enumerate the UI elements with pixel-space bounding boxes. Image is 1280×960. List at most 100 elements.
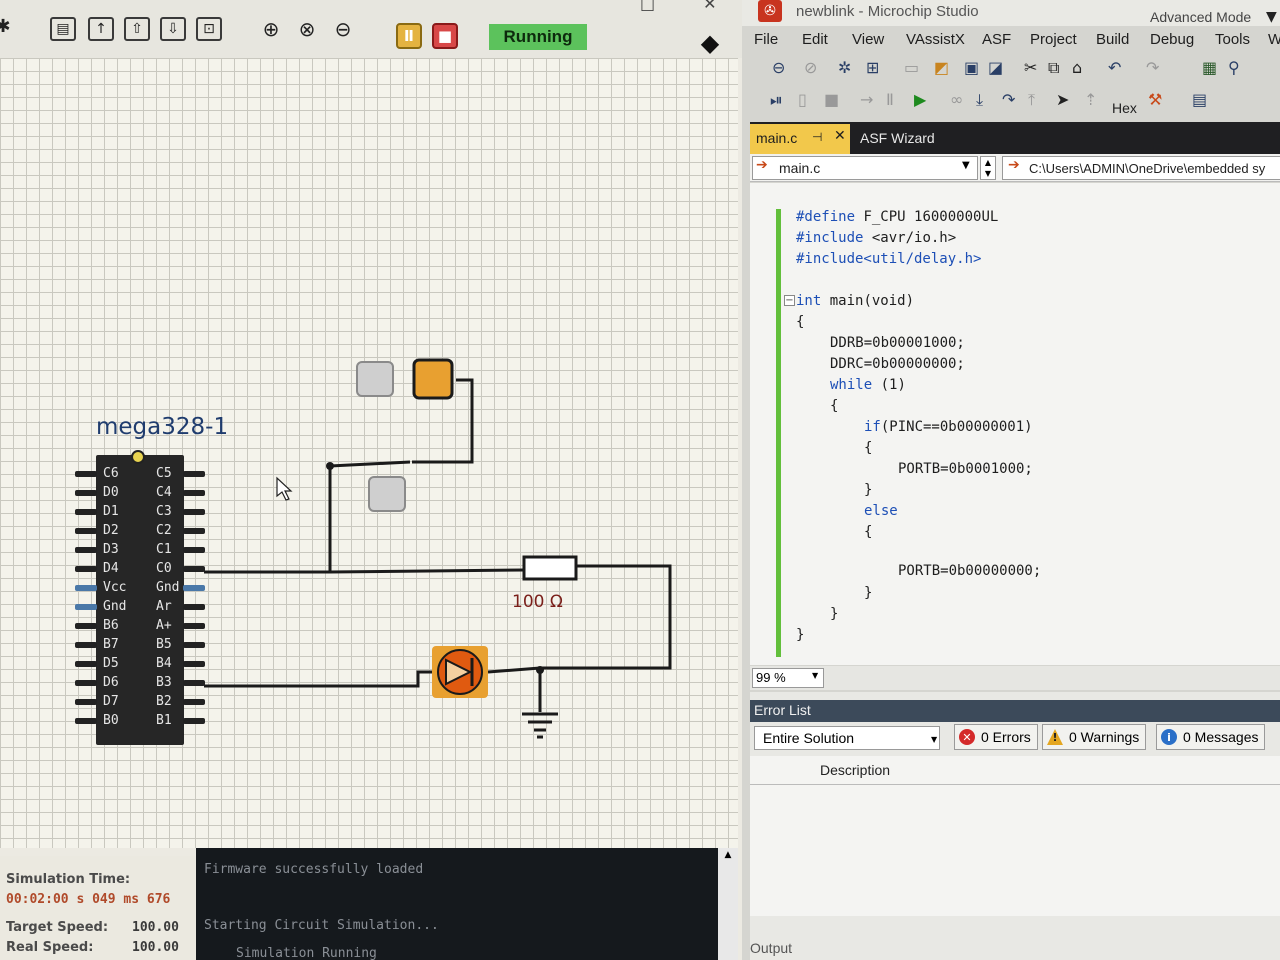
code-line[interactable]: int main(void) <box>796 293 914 309</box>
cut-icon[interactable]: ✂ <box>1024 58 1037 77</box>
new-project-icon[interactable]: ✲ <box>838 58 851 77</box>
open-file-icon[interactable]: ◩ <box>934 58 949 77</box>
chip-pin-b4[interactable] <box>183 661 205 667</box>
pin-icon[interactable]: ⊣ <box>812 130 822 144</box>
errors-filter-button[interactable]: ✕ 0 Errors <box>954 724 1038 750</box>
error-table[interactable]: Description <box>750 756 1280 916</box>
save-all-icon[interactable]: ◪ <box>988 58 1003 77</box>
atmega328-chip[interactable]: C6 D0 D1 D2 D3 D4 Vcc Gnd B6 B7 D5 D6 D7 B0 C5 C4 C3 C2 C… <box>96 450 184 745</box>
menu-window[interactable]: W <box>1268 31 1280 48</box>
chip-pin-b5[interactable] <box>183 642 205 648</box>
code-line[interactable]: else <box>864 503 898 519</box>
chip-pin-c1[interactable] <box>183 547 205 553</box>
menu-debug[interactable]: Debug <box>1150 31 1194 48</box>
path-dropdown[interactable]: C:\Users\ADMIN\OneDrive\embedded sy <box>1002 156 1280 180</box>
file-dropdown[interactable]: main.c <box>752 156 978 180</box>
chip-pin-d1[interactable] <box>75 509 97 515</box>
pointer-icon[interactable]: ➤ <box>1056 90 1069 109</box>
chip-pin-gnd[interactable] <box>183 585 205 591</box>
copy-icon[interactable]: ⧉ <box>1048 58 1059 78</box>
chip-pin-ar[interactable] <box>183 604 205 610</box>
forward-icon[interactable]: ⊘ <box>804 58 817 77</box>
code-line[interactable]: PORTB=0b0001000; <box>898 461 1033 477</box>
code-line[interactable]: { <box>864 440 872 456</box>
chip-pin-aplus[interactable] <box>183 623 205 629</box>
chip-pin-b7[interactable] <box>75 642 97 648</box>
device-programming-icon[interactable]: ▦ <box>1202 58 1217 77</box>
messages-filter-button[interactable]: i 0 Messages <box>1156 724 1266 750</box>
menu-project[interactable]: Project <box>1030 31 1077 48</box>
chip-pin-vcc[interactable] <box>75 585 97 591</box>
scroll-up-icon[interactable]: ▲ <box>718 848 738 860</box>
console-scrollbar[interactable]: ▲ <box>718 848 738 960</box>
code-line[interactable]: PORTB=0b00000000; <box>898 563 1041 579</box>
step-arrow-icon[interactable]: → <box>860 90 873 109</box>
chip-pin-c4[interactable] <box>183 490 205 496</box>
add-item-icon[interactable]: ⊞ <box>866 58 879 77</box>
code-line[interactable]: if(PINC==0b00000001) <box>864 419 1033 435</box>
code-line[interactable]: DDRC=0b00000000; <box>830 356 965 372</box>
menu-asf[interactable]: ASF <box>982 31 1011 48</box>
chip-pin-b2[interactable] <box>183 699 205 705</box>
hex-toggle-icon[interactable]: ⚒ <box>1148 90 1162 109</box>
undo-icon[interactable]: ↶ <box>1108 58 1121 77</box>
close-icon[interactable]: ✕ <box>834 128 846 144</box>
chip-pin-d7[interactable] <box>75 699 97 705</box>
chip-pin-d5[interactable] <box>75 661 97 667</box>
chevron-down-icon[interactable]: ▼ <box>962 160 970 171</box>
spinner-icon[interactable]: ▲ ▼ <box>980 156 996 180</box>
tab-asf-wizard[interactable]: ASF Wizard <box>860 130 935 146</box>
code-line[interactable]: } <box>864 585 872 601</box>
break-icon[interactable]: Ⅱ <box>886 90 894 109</box>
windows-icon[interactable]: ▤ <box>1192 90 1207 109</box>
code-line[interactable]: DDRB=0b00001000; <box>830 335 965 351</box>
chip-pin-c6[interactable] <box>75 471 97 477</box>
back-icon[interactable]: ⊖ <box>772 58 785 77</box>
disasm-icon[interactable]: ▯ <box>798 90 807 109</box>
save-icon[interactable]: ▣ <box>964 58 979 77</box>
chip-pin-b3[interactable] <box>183 680 205 686</box>
breakpoints-icon[interactable]: ∞ <box>950 90 963 109</box>
filter-icon[interactable]: ▼ <box>1266 9 1277 25</box>
code-line[interactable]: } <box>830 606 838 622</box>
fold-toggle-icon[interactable]: − <box>784 295 795 306</box>
chip-pin-gnd[interactable] <box>75 604 97 610</box>
simulator-console[interactable]: Firmware successfully loaded Starting Ci… <box>196 848 720 960</box>
chip-pin-c0[interactable] <box>183 566 205 572</box>
code-line[interactable]: #include <avr/io.h> <box>796 230 956 246</box>
chip-pin-d0[interactable] <box>75 490 97 496</box>
step-out-icon[interactable]: ⤒ <box>1028 90 1035 110</box>
chip-pin-d6[interactable] <box>75 680 97 686</box>
menu-edit[interactable]: Edit <box>802 31 828 48</box>
tab-main-c[interactable]: main.c ⊣ ✕ <box>750 124 850 154</box>
stop-debug-icon[interactable]: ■ <box>824 90 839 109</box>
run-to-cursor-icon[interactable]: ⇡ <box>1084 90 1097 109</box>
menu-vassistx[interactable]: VAssistX <box>906 31 965 48</box>
hex-label[interactable]: Hex <box>1112 100 1137 116</box>
code-line[interactable]: } <box>796 627 804 643</box>
code-line[interactable]: { <box>796 314 804 330</box>
code-line[interactable]: #include<util/delay.h> <box>796 251 981 267</box>
chip-pin-b1[interactable] <box>183 718 205 724</box>
description-column-header[interactable]: Description <box>820 762 890 778</box>
chip-pin-d3[interactable] <box>75 547 97 553</box>
code-line[interactable]: } <box>864 482 872 498</box>
step-into-icon[interactable]: ⤓ <box>976 90 983 110</box>
code-line[interactable]: while (1) <box>830 377 906 393</box>
continue-icon[interactable]: ▶ <box>914 90 926 109</box>
code-line[interactable]: { <box>864 524 872 540</box>
find-icon[interactable]: ⚲ <box>1228 58 1240 77</box>
advanced-mode-label[interactable]: Advanced Mode <box>1150 9 1251 25</box>
chip-pin-d2[interactable] <box>75 528 97 534</box>
step-over-icon[interactable]: ↷ <box>1002 90 1015 109</box>
chip-pin-c2[interactable] <box>183 528 205 534</box>
chip-pin-b6[interactable] <box>75 623 97 629</box>
open-icon[interactable]: ▭ <box>904 58 919 77</box>
code-editor[interactable]: − #define F_CPU 16000000UL #include <avr/… <box>750 183 1280 665</box>
redo-icon[interactable]: ↷ <box>1146 58 1159 77</box>
code-line[interactable]: #define F_CPU 16000000UL <box>796 209 998 225</box>
scope-dropdown[interactable]: Entire Solution ▼ <box>754 726 940 750</box>
start-without-debug-icon[interactable]: ⏯ <box>770 90 783 110</box>
output-panel-label[interactable]: Output <box>750 940 792 956</box>
menu-tools[interactable]: Tools <box>1215 31 1250 48</box>
